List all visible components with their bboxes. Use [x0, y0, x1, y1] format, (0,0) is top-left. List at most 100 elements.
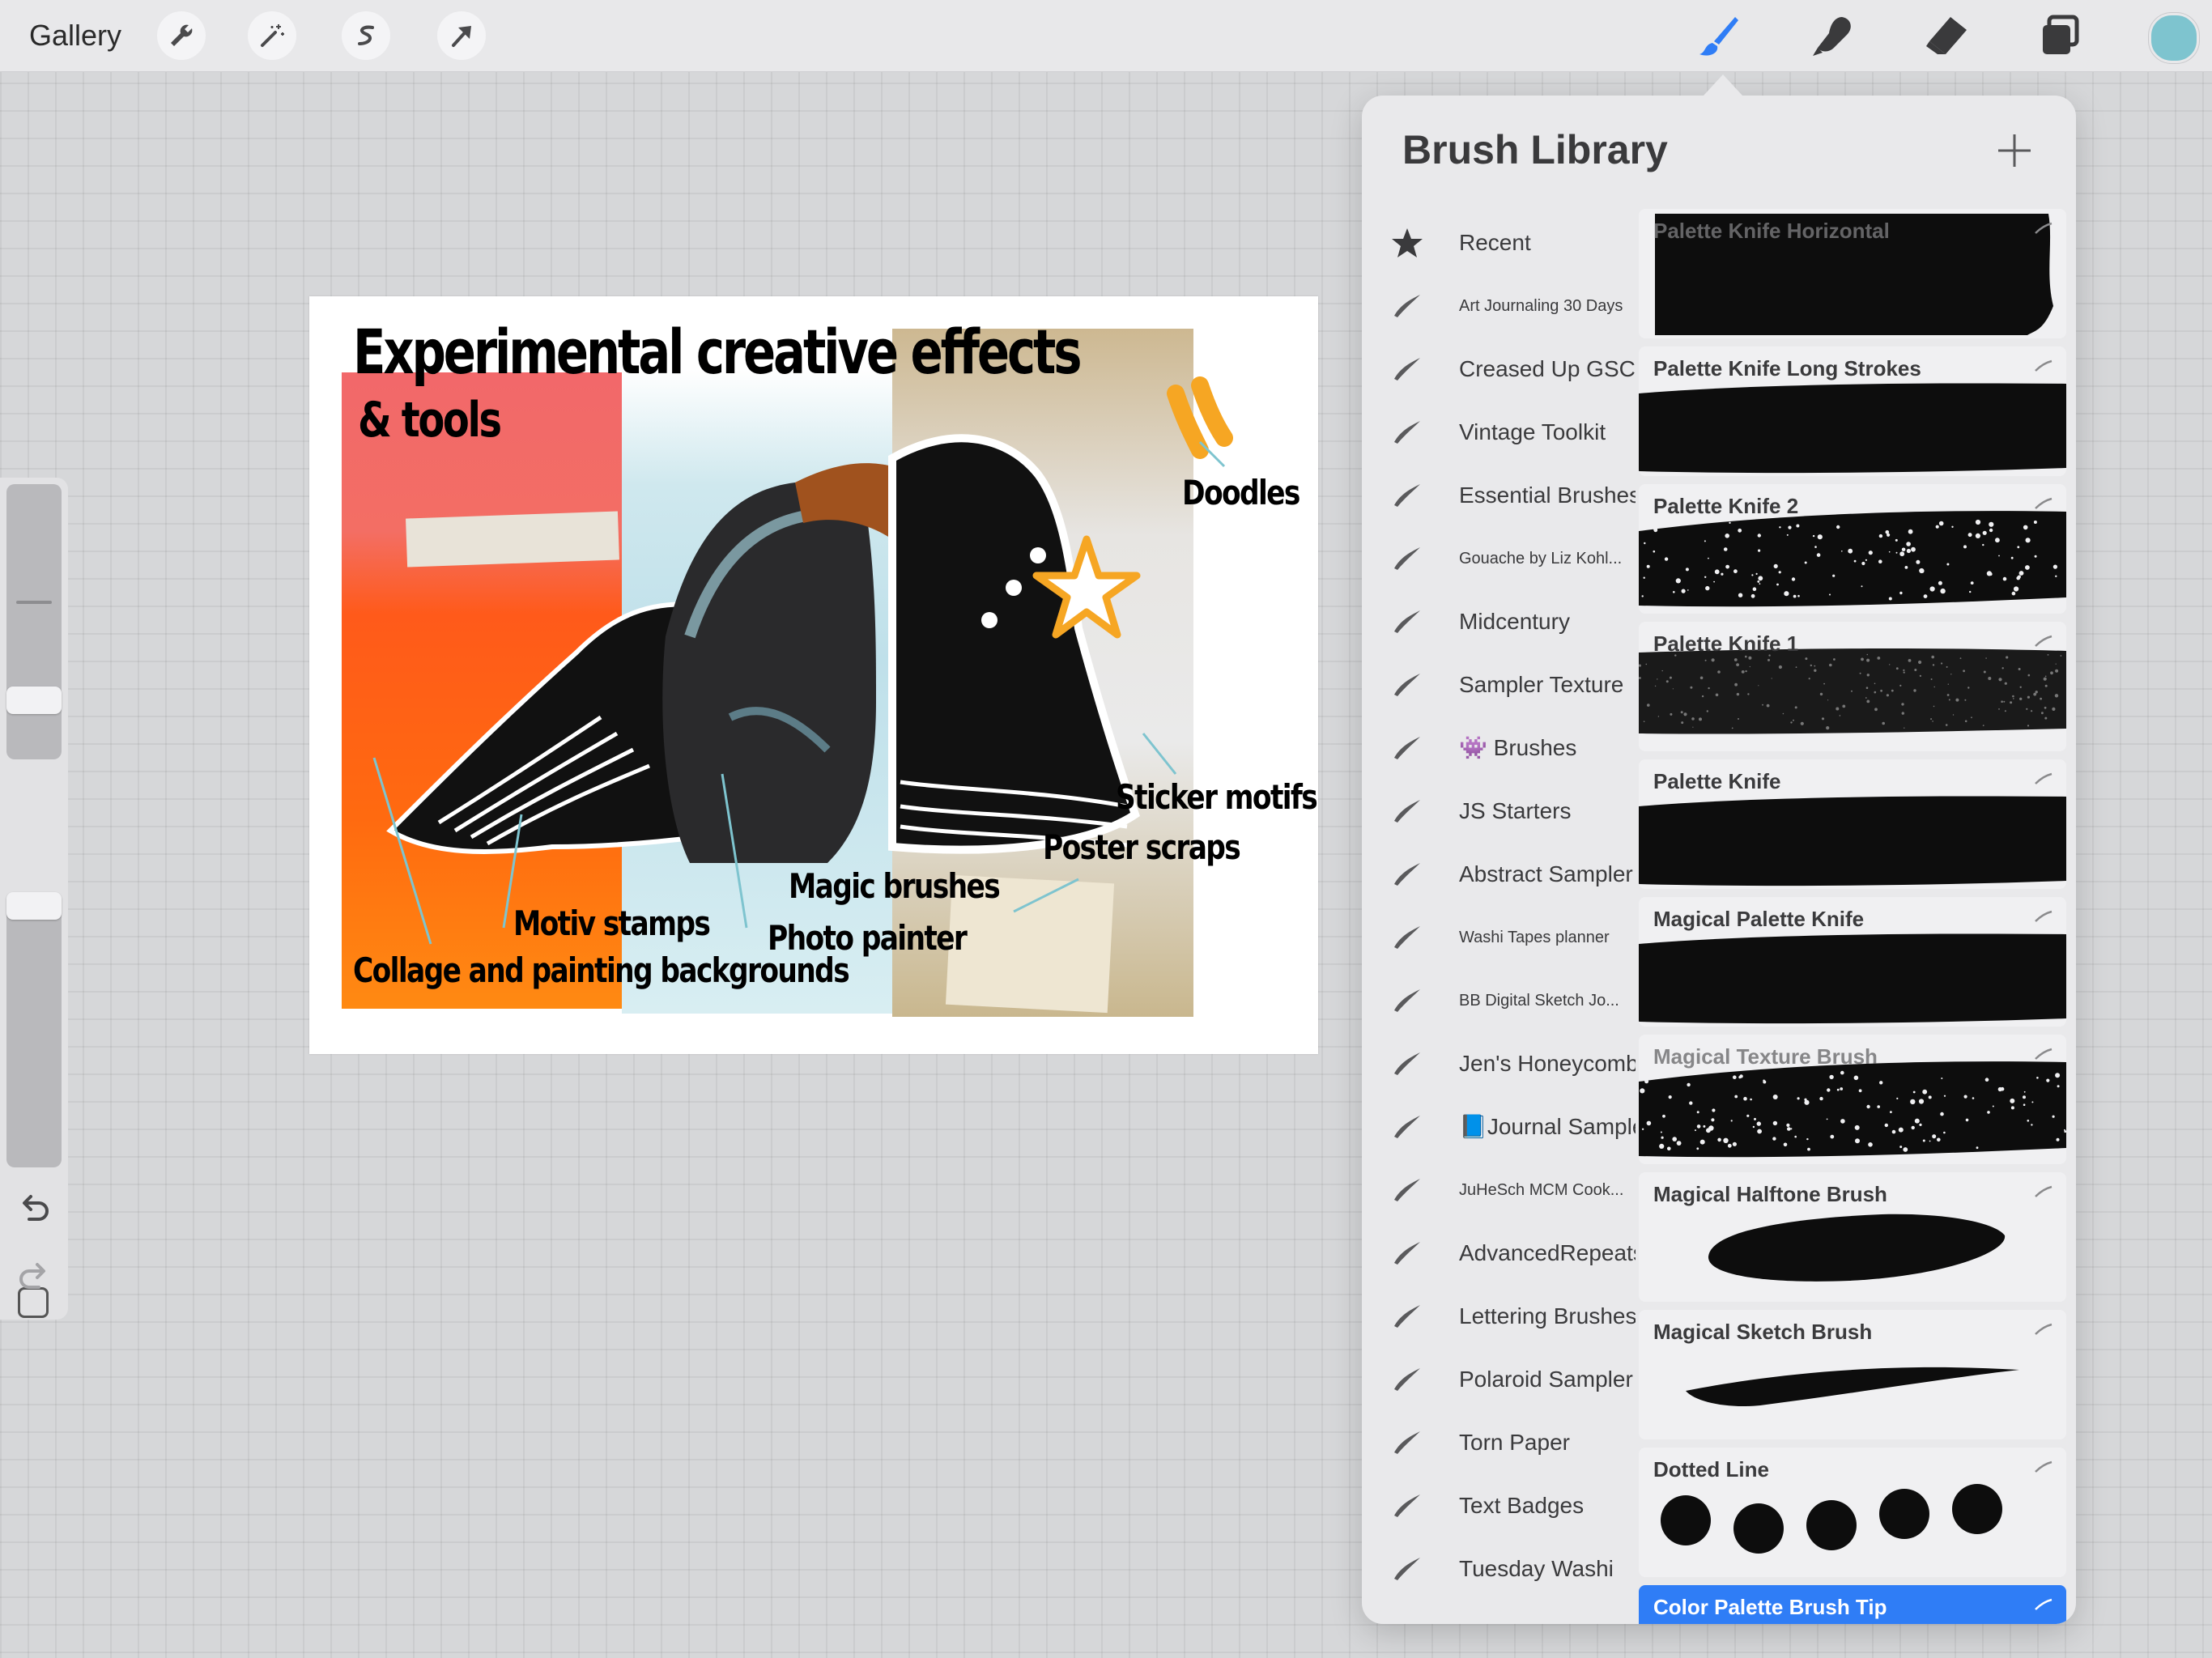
opacity-slider[interactable]	[6, 892, 62, 1167]
gallery-button[interactable]: Gallery	[29, 16, 121, 55]
label-sticker-motifs: Sticker motifs	[1116, 777, 1318, 817]
brush-stroke-icon	[1394, 1179, 1420, 1201]
brush-set-item[interactable]: Essential Brushes	[1362, 470, 1637, 521]
brush-stroke-icon	[1394, 1368, 1420, 1391]
brush-set-label: Text Badges	[1459, 1493, 1585, 1518]
brush-set-label: Recent	[1459, 230, 1531, 255]
brush-set-item[interactable]: Washi Tapes planner	[1362, 912, 1637, 963]
brush-set-label: Creased Up GSC	[1459, 356, 1636, 381]
redo-icon[interactable]	[15, 1258, 53, 1297]
brush-set-item[interactable]: JuHeSch MCM Cook...	[1362, 1164, 1637, 1216]
brush-set-label: Washi Tapes planner	[1459, 929, 1610, 946]
brush-set-item[interactable]: Recent	[1362, 217, 1637, 269]
brush-stroke-icon	[1394, 547, 1420, 570]
brush-stroke-icon	[1394, 610, 1420, 633]
brush-item[interactable]: Magical Palette Knife	[1639, 897, 2066, 1027]
brush-name: Dotted Line	[1653, 1457, 1769, 1482]
transform-button[interactable]	[437, 11, 486, 60]
brush-item[interactable]: Magical Texture Brush	[1639, 1035, 2066, 1164]
brush-stroke-icon	[1394, 863, 1420, 886]
brush-stroke-icon	[1394, 1494, 1420, 1517]
brush-item[interactable]: Palette Knife	[1639, 759, 2066, 889]
artwork-canvas[interactable]: Experimental creative effects & tools Do…	[309, 296, 1318, 1054]
brush-set-label: Essential Brushes	[1459, 483, 1636, 508]
brush-sets-list[interactable]: Recent Art Journaling 30 Days Creased Up G…	[1362, 217, 1637, 1624]
brush-set-item[interactable]: Torn Paper	[1362, 1417, 1637, 1469]
brush-item[interactable]: Dotted Line	[1639, 1448, 2066, 1577]
brush-stroke-icon	[1394, 1052, 1420, 1075]
brush-set-item[interactable]: Tuesday Washi	[1362, 1543, 1637, 1595]
brush-stroke-icon	[1394, 989, 1420, 1012]
brush-set-item[interactable]: BB Digital Sketch Jo...	[1362, 975, 1637, 1027]
brush-item[interactable]: Palette Knife Long Strokes	[1639, 346, 2066, 476]
brush-name: Magical Halftone Brush	[1653, 1182, 1887, 1206]
brush-set-item[interactable]: Lettering Brushes	[1362, 1290, 1637, 1342]
brush-item[interactable]: Magical Halftone Brush	[1639, 1172, 2066, 1302]
canvas-subtitle: & tools	[358, 392, 502, 449]
brush-set-item[interactable]: Jen's Honeycomb	[1362, 1038, 1637, 1090]
brush-stroke-icon	[2035, 222, 2052, 234]
brush-set-item[interactable]: AdvancedRepeats	[1362, 1227, 1637, 1279]
smudge-tool-button[interactable]	[1807, 10, 1859, 62]
brush-set-label: Art Journaling 30 Days	[1459, 297, 1623, 315]
popover-arrow	[1704, 74, 1742, 96]
layers-tool-button[interactable]	[2034, 10, 2086, 62]
brush-set-item[interactable]: Abstract Sampler	[1362, 848, 1637, 900]
brush-stroke-icon	[1394, 358, 1420, 380]
brush-set-item[interactable]: Sampler Texture	[1362, 659, 1637, 711]
eraser-tool-button[interactable]	[1921, 10, 1972, 62]
selection-button[interactable]	[342, 11, 390, 60]
brush-stroke-icon	[2035, 910, 2052, 922]
brush-stroke-icon	[2035, 1048, 2052, 1060]
brush-item[interactable]: Palette Knife 2	[1639, 484, 2066, 614]
brush-set-item[interactable]: 👾 Brushes	[1362, 722, 1637, 774]
brush-stroke-icon	[2035, 359, 2052, 372]
brush-stroke-icon	[1394, 1558, 1420, 1580]
brush-stroke-icon	[1394, 674, 1420, 696]
brush-set-label: Gouache by Liz Kohl...	[1459, 550, 1623, 568]
brush-name: Color Palette Brush Tip	[1653, 1595, 1887, 1619]
add-brush-set-icon[interactable]	[1993, 130, 2035, 172]
brush-set-label: Vintage Toolkit	[1459, 419, 1606, 444]
brush-item[interactable]: Palette Knife 1	[1639, 622, 2066, 751]
brush-set-item[interactable]: Gouache by Liz Kohl...	[1362, 533, 1637, 585]
eraser-icon	[1926, 17, 1967, 54]
brush-set-item[interactable]: Text Badges	[1362, 1480, 1637, 1532]
color-picker-button[interactable]	[2149, 13, 2199, 63]
label-doodles: Doodles	[1182, 473, 1300, 512]
brush-set-label: JuHeSch MCM Cook...	[1459, 1181, 1624, 1199]
brush-set-item[interactable]: 📘Journal Sampler	[1362, 1101, 1637, 1153]
brush-icon	[1699, 17, 1738, 56]
brush-set-item[interactable]: Art Journaling 30 Days	[1362, 280, 1637, 332]
brush-size-slider[interactable]	[6, 484, 62, 759]
brush-item[interactable]: Magical Sketch Brush	[1639, 1310, 2066, 1439]
top-toolbar: Gallery	[0, 0, 2212, 72]
brush-set-item[interactable]: Midcentury	[1362, 596, 1637, 648]
brush-name: Palette Knife 2	[1653, 494, 1799, 518]
opacity-handle[interactable]	[6, 892, 62, 920]
brush-size-handle[interactable]	[6, 687, 62, 714]
selection-icon	[358, 25, 374, 45]
brush-stroke-icon	[1394, 1116, 1420, 1138]
brush-set-label: Torn Paper	[1459, 1430, 1570, 1455]
adjustments-button[interactable]	[248, 11, 296, 60]
brush-tool-button[interactable]	[1692, 10, 1744, 62]
brush-set-item[interactable]: Vintage Toolkit	[1362, 406, 1637, 458]
brush-stroke-icon	[2035, 635, 2052, 647]
brush-stroke-icon	[2035, 497, 2052, 509]
brush-name: Magical Palette Knife	[1653, 907, 1865, 931]
brush-stroke-icon	[1394, 421, 1420, 444]
brush-stroke-icon	[1394, 1305, 1420, 1328]
brush-set-item[interactable]: Polaroid Sampler	[1362, 1354, 1637, 1405]
actions-button[interactable]	[157, 11, 206, 60]
label-poster-scraps: Poster scraps	[1043, 827, 1241, 867]
undo-icon[interactable]	[15, 1190, 53, 1229]
brush-name: Palette Knife	[1653, 769, 1781, 793]
brush-item[interactable]: Color Palette Brush Tip	[1639, 1585, 2066, 1624]
brush-item[interactable]: Palette Knife Horizontal	[1639, 209, 2066, 338]
brush-set-item[interactable]: JS Starters	[1362, 785, 1637, 837]
brushes-list[interactable]: Palette Knife Horizontal Palette Knife Lo…	[1639, 209, 2066, 1624]
brush-stroke-icon	[2035, 1323, 2052, 1335]
brush-set-item[interactable]: Creased Up GSC	[1362, 343, 1637, 395]
brush-name: Palette Knife Long Strokes	[1653, 356, 1921, 380]
